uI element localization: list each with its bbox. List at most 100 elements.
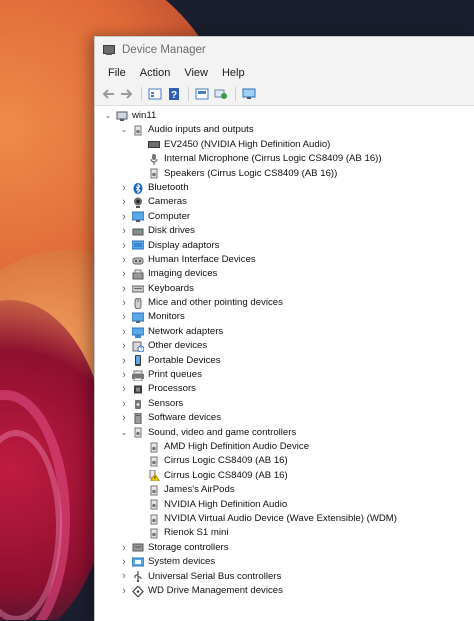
- display-adapter-icon: [131, 240, 145, 251]
- tree-item-label: Imaging devices: [148, 268, 218, 280]
- tree-category[interactable]: › Bluetooth: [95, 181, 474, 195]
- tree-category[interactable]: › Storage controllers: [95, 541, 474, 555]
- tree-item-label: Internal Microphone (Cirrus Logic CS8409…: [164, 153, 382, 165]
- chevron-right-icon[interactable]: ›: [119, 326, 129, 338]
- chevron-right-icon[interactable]: ›: [119, 268, 129, 280]
- processor-icon: [132, 384, 144, 395]
- chevron-right-icon[interactable]: ›: [119, 556, 129, 568]
- tree-item-label: EV2450 (NVIDIA High Definition Audio): [164, 138, 331, 150]
- tree-item-label: NVIDIA High Definition Audio: [164, 498, 288, 510]
- software-device-icon: [132, 412, 144, 425]
- menu-file[interactable]: File: [101, 67, 133, 79]
- tree-category[interactable]: › WD Drive Management devices: [95, 584, 474, 598]
- tree-item-label: System devices: [148, 556, 216, 568]
- chevron-right-icon[interactable]: ›: [119, 225, 129, 237]
- tree-category[interactable]: ⌄ Audio inputs and outputs: [95, 123, 474, 137]
- device-manager-icon: [103, 44, 115, 56]
- tree-category[interactable]: › Print queues: [95, 368, 474, 382]
- chevron-right-icon[interactable]: ›: [119, 182, 129, 194]
- tree-category[interactable]: › Monitors: [95, 310, 474, 324]
- tree-category[interactable]: ⌄ Sound, video and game controllers: [95, 426, 474, 440]
- tree-root[interactable]: ⌄ win11: [95, 109, 474, 123]
- chevron-down-icon[interactable]: ⌄: [103, 111, 113, 121]
- tree-category[interactable]: › Processors: [95, 382, 474, 396]
- chevron-right-icon[interactable]: ›: [119, 355, 129, 367]
- chevron-right-icon[interactable]: ›: [119, 570, 129, 582]
- imaging-icon: [132, 269, 144, 280]
- tree-device[interactable]: EV2450 (NVIDIA High Definition Audio): [95, 138, 474, 152]
- chevron-right-icon[interactable]: ›: [119, 311, 129, 323]
- chevron-right-icon[interactable]: ›: [119, 254, 129, 266]
- tree-category[interactable]: › Universal Serial Bus controllers: [95, 570, 474, 584]
- chevron-right-icon[interactable]: ›: [119, 585, 129, 597]
- window-title: Device Manager: [122, 44, 206, 56]
- tree-device[interactable]: AMD High Definition Audio Device: [95, 440, 474, 454]
- tree-device[interactable]: Speakers (Cirrus Logic CS8409 (AB 16)): [95, 167, 474, 181]
- tree-category[interactable]: › Sensors: [95, 397, 474, 411]
- tree-category[interactable]: › Keyboards: [95, 282, 474, 296]
- tree-category[interactable]: › Display adaptors: [95, 239, 474, 253]
- back-arrow-icon[interactable]: [99, 86, 117, 102]
- update-driver-icon[interactable]: [193, 86, 211, 102]
- tree-item-label: Monitors: [148, 311, 185, 323]
- chevron-right-icon[interactable]: ›: [119, 297, 129, 309]
- tree-device[interactable]: Rienok S1 mini: [95, 526, 474, 540]
- tree-item-label: Disk drives: [148, 225, 195, 237]
- tree-category[interactable]: › Mice and other pointing devices: [95, 296, 474, 310]
- tree-item-label: Cameras: [148, 196, 187, 208]
- tree-item-label: AMD High Definition Audio Device: [164, 440, 310, 452]
- tree-item-label: Computer: [148, 210, 191, 222]
- monitor-audio-icon: [148, 139, 160, 150]
- chevron-right-icon[interactable]: ›: [119, 369, 129, 381]
- chevron-right-icon[interactable]: ›: [119, 398, 129, 410]
- tree-category[interactable]: › System devices: [95, 555, 474, 569]
- chevron-down-icon[interactable]: ⌄: [119, 428, 129, 438]
- menu-help[interactable]: Help: [215, 67, 252, 79]
- tree-category[interactable]: › Imaging devices: [95, 267, 474, 281]
- tree-item-label: Software devices: [148, 412, 222, 424]
- chevron-right-icon[interactable]: ›: [119, 542, 129, 554]
- tree-category[interactable]: › Network adapters: [95, 325, 474, 339]
- chevron-down-icon[interactable]: ⌄: [119, 125, 129, 136]
- tree-item-label: Rienok S1 mini: [164, 527, 229, 539]
- display-icon[interactable]: [240, 86, 258, 102]
- menu-action[interactable]: Action: [133, 67, 178, 79]
- speaker-icon: [132, 125, 144, 136]
- speaker-icon: [148, 168, 160, 179]
- title-bar[interactable]: Device Manager: [95, 37, 474, 63]
- chevron-right-icon[interactable]: ›: [119, 211, 129, 223]
- tree-category[interactable]: › Cameras: [95, 195, 474, 209]
- tree-device[interactable]: Cirrus Logic CS8409 (AB 16): [95, 469, 474, 483]
- tree-category[interactable]: › Portable Devices: [95, 354, 474, 368]
- tree-item-label: WD Drive Management devices: [148, 584, 283, 596]
- tree-category[interactable]: › Human Interface Devices: [95, 253, 474, 267]
- tree-category[interactable]: › Software devices: [95, 411, 474, 425]
- usb-icon: [132, 571, 144, 583]
- toolbar-separator: [141, 87, 142, 101]
- tree-device[interactable]: Internal Microphone (Cirrus Logic CS8409…: [95, 152, 474, 166]
- chevron-right-icon[interactable]: ›: [119, 196, 129, 208]
- tree-category[interactable]: › Disk drives: [95, 224, 474, 238]
- speaker-icon: [148, 442, 160, 453]
- chevron-right-icon[interactable]: ›: [119, 340, 129, 352]
- properties-icon[interactable]: [146, 86, 164, 102]
- help-icon[interactable]: ?: [165, 86, 183, 102]
- chevron-right-icon[interactable]: ›: [119, 383, 129, 395]
- chevron-right-icon[interactable]: ›: [119, 283, 129, 295]
- chevron-right-icon[interactable]: ›: [119, 412, 129, 424]
- menu-view[interactable]: View: [177, 67, 215, 79]
- tree-device[interactable]: NVIDIA High Definition Audio: [95, 498, 474, 512]
- forward-arrow-icon[interactable]: [118, 86, 136, 102]
- tree-category[interactable]: › Computer: [95, 210, 474, 224]
- tree-device[interactable]: NVIDIA Virtual Audio Device (Wave Extens…: [95, 512, 474, 526]
- chevron-right-icon[interactable]: ›: [119, 240, 129, 252]
- svg-text:?: ?: [140, 347, 143, 352]
- tree-device[interactable]: James's AirPods: [95, 483, 474, 497]
- scan-hardware-icon[interactable]: [212, 86, 230, 102]
- tree-device[interactable]: Cirrus Logic CS8409 (AB 16): [95, 454, 474, 468]
- device-tree[interactable]: ⌄ win11 ⌄ Audio inputs and outputs EV2450 (N…: [95, 107, 474, 621]
- tree-category[interactable]: ›? Other devices: [95, 339, 474, 353]
- speaker-icon: [148, 499, 160, 510]
